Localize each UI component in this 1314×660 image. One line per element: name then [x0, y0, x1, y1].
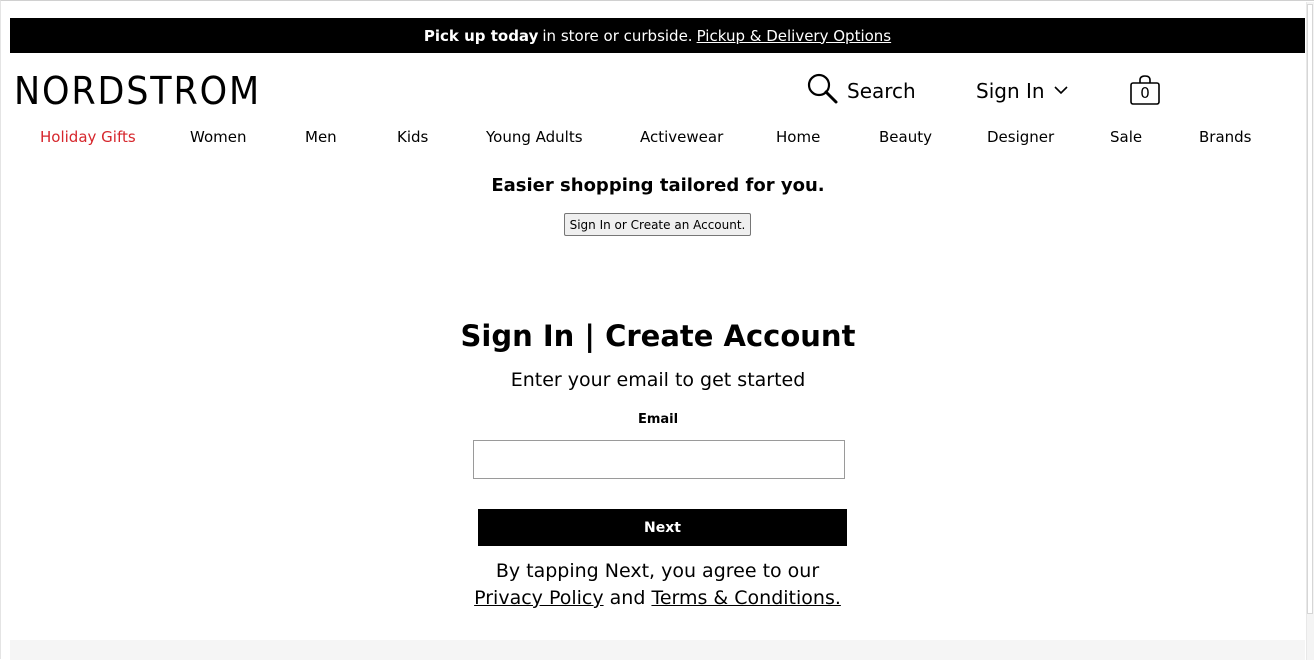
nav-item-holiday-gifts[interactable]: Holiday Gifts [40, 127, 136, 147]
sign-in-menu[interactable]: Sign In [976, 73, 1069, 109]
privacy-policy-link[interactable]: Privacy Policy [474, 587, 603, 609]
nav-item-brands[interactable]: Brands [1199, 127, 1252, 147]
sign-in-label: Sign In [976, 79, 1045, 103]
terms-conditions-link[interactable]: Terms & Conditions. [651, 587, 840, 609]
search-label: Search [847, 79, 916, 103]
nav-item-home[interactable]: Home [776, 127, 820, 147]
promo-plain-text: in store or curbside. [542, 26, 693, 45]
shopping-bag-button[interactable]: 0 [1129, 74, 1161, 106]
nordstrom-logo[interactable]: NORDSTROM [14, 69, 261, 113]
tailored-heading: Easier shopping tailored for you. [491, 175, 825, 196]
sign-in-create-account-button[interactable]: Sign In or Create an Account. [564, 213, 751, 236]
promo-bold-text: Pick up today [423, 26, 539, 45]
footer-band [10, 640, 1305, 660]
main-navigation: Holiday Gifts Women Men Kids Young Adult… [1, 127, 1305, 149]
bag-count: 0 [1140, 84, 1150, 102]
terms-and: and [609, 587, 646, 609]
email-label: Email [637, 412, 679, 427]
pickup-delivery-link[interactable]: Pickup & Delivery Options [697, 27, 892, 45]
vertical-scrollbar[interactable] [1306, 2, 1314, 660]
nav-item-kids[interactable]: Kids [397, 127, 428, 147]
nav-item-men[interactable]: Men [305, 127, 337, 147]
nav-item-sale[interactable]: Sale [1110, 127, 1142, 147]
search-icon [807, 73, 839, 110]
promo-banner: Pick up today in store or curbside. Pick… [10, 18, 1305, 53]
nav-item-designer[interactable]: Designer [987, 127, 1054, 147]
page-title: Sign In | Create Account [460, 319, 856, 353]
scrollbar-thumb[interactable] [1307, 4, 1313, 614]
nav-item-beauty[interactable]: Beauty [879, 127, 932, 147]
nav-item-women[interactable]: Women [190, 127, 246, 147]
nav-item-young-adults[interactable]: Young Adults [486, 127, 583, 147]
chevron-down-icon [1053, 79, 1069, 103]
terms-prefix: By tapping Next, you agree to our [495, 560, 820, 582]
email-field[interactable] [473, 440, 845, 479]
nav-item-activewear[interactable]: Activewear [640, 127, 723, 147]
page-subtitle: Enter your email to get started [510, 369, 806, 391]
next-button[interactable]: Next [478, 509, 847, 546]
search-button[interactable]: Search [807, 73, 916, 109]
terms-notice: By tapping Next, you agree to our Privac… [465, 558, 850, 612]
browser-viewport: Pick up today in store or curbside. Pick… [0, 0, 1314, 660]
